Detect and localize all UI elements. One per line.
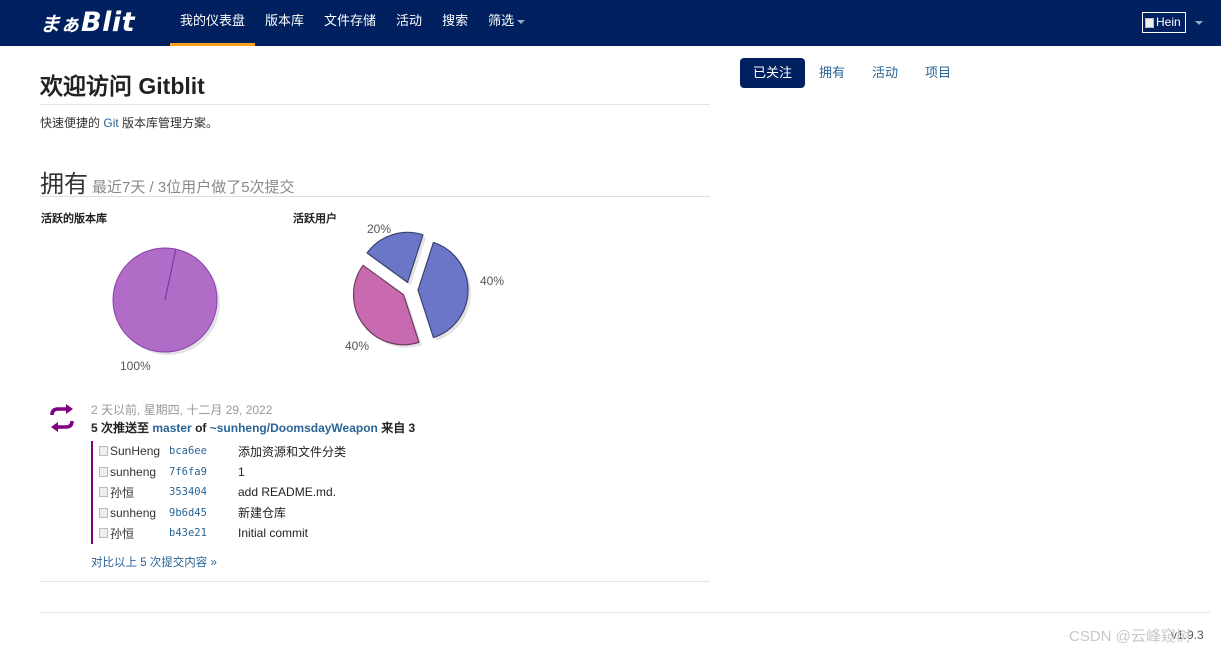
dashboard-tabs: 已关注 拥有 活动 项目 bbox=[740, 58, 965, 88]
user-menu-chevron-icon[interactable] bbox=[1195, 21, 1203, 25]
tab-owned[interactable]: 拥有 bbox=[806, 58, 858, 88]
commit-author-name: SunHeng bbox=[110, 444, 161, 459]
commit-author-name: sunheng bbox=[110, 464, 157, 479]
subtitle-prefix: 快速便捷的 bbox=[40, 116, 101, 130]
nav-file-store[interactable]: 文件存储 bbox=[314, 0, 386, 46]
nav-repositories[interactable]: 版本库 bbox=[255, 0, 314, 46]
commit-sha-link[interactable]: 7f6fa9 bbox=[169, 466, 238, 478]
commit-message: Initial commit bbox=[238, 526, 309, 541]
owned-heading: 拥有 bbox=[40, 171, 88, 198]
commit-list: SunHeng bca6ee 添加资源和文件分类 sunheng 7f6fa9 … bbox=[91, 441, 491, 544]
subtitle-suffix: 版本库管理方案。 bbox=[122, 116, 219, 130]
footer-divider bbox=[40, 612, 1210, 613]
commit-message: 新建仓库 bbox=[238, 506, 287, 521]
commit-author[interactable]: sunheng bbox=[93, 465, 169, 479]
push-sync-icon bbox=[50, 404, 74, 432]
broken-image-icon bbox=[99, 487, 108, 498]
divider bbox=[40, 196, 710, 197]
main-nav: 我的仪表盘 版本库 文件存储 活动 搜索 筛选 bbox=[170, 0, 535, 46]
divider bbox=[40, 104, 710, 105]
nav-activity[interactable]: 活动 bbox=[386, 0, 432, 46]
nav-search[interactable]: 搜索 bbox=[432, 0, 478, 46]
broken-image-icon bbox=[99, 446, 108, 457]
top-navbar: まぁ Blit 我的仪表盘 版本库 文件存储 活动 搜索 筛选 Hein bbox=[0, 0, 1221, 46]
commit-row: sunheng 9b6d45 新建仓库 bbox=[93, 503, 491, 524]
broken-image-icon bbox=[1145, 17, 1154, 28]
push-count: 5 次推送至 bbox=[91, 421, 150, 435]
git-link[interactable]: Git bbox=[103, 116, 118, 130]
commit-author-name: sunheng bbox=[110, 505, 157, 520]
commit-message: 添加资源和文件分类 bbox=[238, 444, 347, 459]
pie-slice-label: 20% bbox=[367, 222, 391, 236]
commit-row: 孙恒 353404 add README.md. bbox=[93, 482, 491, 503]
pie-slice-label: 40% bbox=[345, 339, 369, 353]
nav-filters[interactable]: 筛选 bbox=[478, 0, 535, 46]
activity-date: 2 天以前, 星期四, 十二月 29, 2022 bbox=[91, 403, 273, 417]
logo-text: Blit bbox=[81, 6, 135, 38]
active-repos-pie-chart: 100% bbox=[112, 247, 220, 373]
tab-projects[interactable]: 项目 bbox=[912, 58, 964, 88]
commit-row: sunheng 7f6fa9 1 bbox=[93, 462, 491, 483]
commit-row: SunHeng bca6ee 添加资源和文件分类 bbox=[93, 441, 491, 462]
owned-summary: 最近7天 / 3位用户做了5次提交 bbox=[92, 179, 295, 196]
commit-author[interactable]: sunheng bbox=[93, 506, 169, 520]
nav-my-dashboard[interactable]: 我的仪表盘 bbox=[170, 0, 256, 46]
commit-row: 孙恒 b43e21 Initial commit bbox=[93, 523, 491, 544]
commit-author[interactable]: 孙恒 bbox=[93, 484, 169, 501]
user-name: Hein bbox=[1156, 15, 1181, 29]
active-users-pie-chart: 40% 40% 20% bbox=[345, 222, 504, 353]
commit-author-name: 孙恒 bbox=[110, 526, 135, 541]
user-avatar[interactable]: Hein bbox=[1142, 12, 1186, 33]
chevron-down-icon bbox=[517, 19, 526, 24]
from-text: 来自 3 bbox=[381, 421, 416, 435]
commit-author-name: 孙恒 bbox=[110, 485, 135, 500]
commit-author[interactable]: SunHeng bbox=[93, 444, 169, 458]
pie-slice-label: 40% bbox=[480, 274, 504, 288]
commit-sha-link[interactable]: 353404 bbox=[169, 486, 238, 498]
page-title: 欢迎访问 Gitblit bbox=[40, 73, 205, 99]
branch-link[interactable]: master bbox=[152, 421, 191, 435]
welcome-subtitle: 快速便捷的 Git 版本库管理方案。 bbox=[40, 114, 218, 131]
broken-image-icon bbox=[99, 466, 108, 477]
commit-author[interactable]: 孙恒 bbox=[93, 525, 169, 542]
commit-sha-link[interactable]: 9b6d45 bbox=[169, 507, 238, 519]
repo-link[interactable]: ~sunheng/DoomsdayWeapon bbox=[210, 421, 378, 435]
nav-filters-label: 筛选 bbox=[488, 13, 515, 28]
broken-image-icon bbox=[99, 507, 108, 518]
commit-sha-link[interactable]: b43e21 bbox=[169, 527, 238, 539]
of-text: of bbox=[195, 421, 207, 435]
tab-starred[interactable]: 已关注 bbox=[740, 58, 806, 88]
divider bbox=[40, 581, 710, 582]
pie-slice-label: 100% bbox=[120, 359, 151, 373]
compare-commits-link[interactable]: 对比以上 5 次提交内容 » bbox=[91, 554, 217, 570]
owned-section-title: 拥有 最近7天 / 3位用户做了5次提交 bbox=[40, 164, 295, 199]
commit-sha-link[interactable]: bca6ee bbox=[169, 445, 238, 457]
broken-image-icon bbox=[99, 528, 108, 539]
gitblit-logo[interactable]: まぁ Blit bbox=[40, 4, 135, 40]
commit-message: add README.md. bbox=[238, 485, 337, 500]
commit-message: 1 bbox=[238, 464, 245, 479]
active-repos-label: 活跃的版本库 bbox=[41, 213, 107, 225]
tab-activity[interactable]: 活动 bbox=[859, 58, 911, 88]
logo-mark: まぁ bbox=[40, 11, 80, 36]
activity-heading: 5 次推送至 master of ~sunheng/DoomsdayWeapon… bbox=[91, 419, 415, 436]
csdn-watermark: CSDN @云峰窥树 bbox=[1069, 628, 1191, 645]
